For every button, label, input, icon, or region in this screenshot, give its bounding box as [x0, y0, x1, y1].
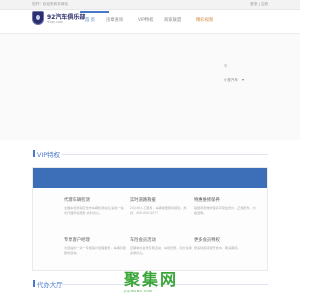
shield-logo-icon: [32, 11, 44, 25]
chevron-down-icon: [242, 79, 244, 81]
vip-cell-desc: 定期举办会员专属活动，车险优惠，积分兑换多重好礼。: [130, 246, 192, 255]
vip-cell-name: 代理车辆检测: [64, 198, 90, 203]
vip-cell-name: 特惠维修保养: [194, 198, 220, 203]
hall-section-marker: [33, 280, 35, 287]
vip-cell-maintenance[interactable]: 特惠维修保养 联盟商家维修保养享受会员价，正规配件，价格透明。: [194, 197, 258, 216]
login-register-links[interactable]: 登录 | 注册: [250, 2, 268, 7]
watermark-text: 聚集网: [124, 270, 179, 289]
vip-cell-name: 实时道路救援: [130, 198, 156, 203]
vip-cell-name: 更多会员特权: [194, 238, 220, 243]
vip-cell-desc: 更多特权持续开放中，敬请期待。: [194, 246, 241, 250]
vip-cell-name: 车险会员活动: [130, 238, 156, 243]
nav-item-vip[interactable]: VIP特权: [138, 17, 153, 23]
vip-cell-desc: 24小时人工服务，车辆故障随叫随到，热线：400-000-0077: [130, 206, 187, 215]
site-logo[interactable]: 92汽车俱乐部 92qc.com: [32, 11, 85, 26]
hero-banner: [0, 34, 300, 140]
top-bar: 您好！欢迎来到本网站 登录 | 注册: [0, 0, 300, 10]
watermark: 聚集网 JUJIWANG.COM: [124, 266, 178, 293]
brand-url: 92qc.com: [47, 20, 64, 24]
vip-panel-band: [33, 168, 267, 188]
plate-prefix-label: 车: [224, 64, 228, 68]
vehicle-type-value: 小型汽车: [224, 78, 238, 82]
nav-item-violation-query[interactable]: 违章查询: [106, 17, 123, 23]
vip-cell-insurance[interactable]: 车险会员活动 定期举办会员专属活动，车险优惠，积分兑换多重好礼。: [130, 237, 194, 256]
nav-item-home[interactable]: 首 页: [85, 17, 95, 23]
vip-cell-desc: 全国车管所指定合作车辆检测站点,提供一站式代理年检服务,省时省心。: [64, 206, 124, 215]
vip-cell-rescue[interactable]: 实时道路救援 24小时人工服务，车辆故障随叫随到，热线：400-000-0077: [130, 197, 194, 216]
vip-cell-desc: 为您提供一对一专属客户经理服务，车辆问题随时咨询。: [64, 246, 126, 255]
vip-section-title: VIP特权: [37, 151, 60, 159]
vehicle-type-select[interactable]: 小型汽车: [224, 78, 244, 83]
nav-item-merchant-alliance[interactable]: 商家联盟: [164, 17, 181, 23]
vip-cell-inspection[interactable]: 代理车辆检测 全国车管所指定合作车辆检测站点,提供一站式代理年检服务,省时省心。: [64, 197, 128, 216]
welcome-text: 您好！欢迎来到本网站: [32, 2, 68, 6]
vip-section-marker: [33, 150, 35, 157]
vip-cell-name: 专享客户经理: [64, 238, 90, 243]
vip-section-rule: [62, 154, 268, 155]
vip-cell-account-manager[interactable]: 专享客户经理 为您提供一对一专属客户经理服务，车辆问题随时咨询。: [64, 237, 128, 256]
nav-item-videos[interactable]: 精彩视频: [196, 17, 213, 23]
vip-cell-desc: 联盟商家维修保养享受会员价，正规配件，价格透明。: [194, 206, 256, 215]
watermark-sub: JUJIWANG.COM: [124, 289, 153, 293]
hall-section-title: 代办大厅: [37, 281, 63, 289]
nav-active-indicator: [80, 11, 109, 13]
vip-cell-more[interactable]: 更多会员特权 更多特权持续开放中，敬请期待。: [194, 237, 258, 251]
